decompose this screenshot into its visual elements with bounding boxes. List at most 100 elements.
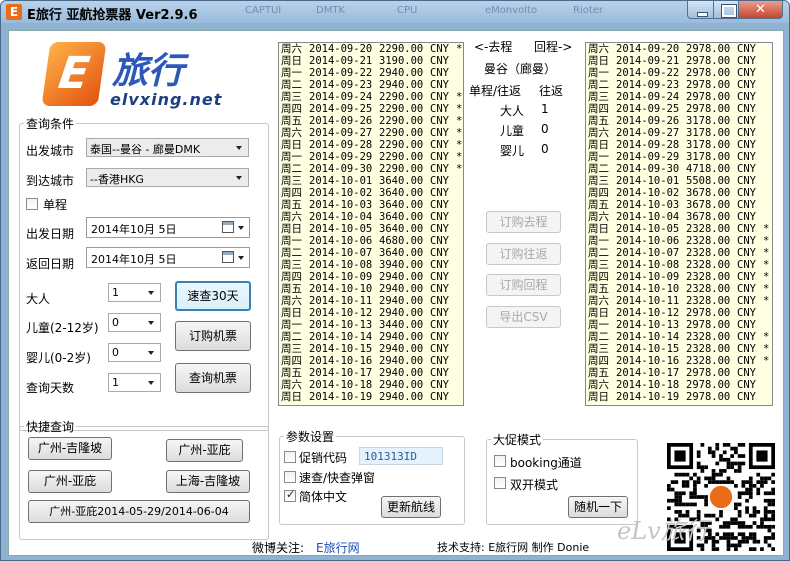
- query-ticket-button[interactable]: 查询机票: [175, 363, 251, 393]
- child-count-select[interactable]: 0: [108, 313, 161, 332]
- book-outbound-button[interactable]: 订购去程: [486, 211, 561, 233]
- quick-guangzhou-kk-dates-button[interactable]: 广州-亚庇2014-05-29/2014-06-04: [28, 500, 250, 523]
- title-bar[interactable]: E E旅行 亚航抢票器 Ver2.9.6 CAPTUI DMTK CPU eMo…: [1, 1, 789, 23]
- minimize-button[interactable]: [687, 1, 714, 19]
- export-csv-button[interactable]: 导出CSV: [486, 306, 561, 328]
- fare-row[interactable]: 周三 2014-09-24 2978.00 CNY: [586, 91, 772, 103]
- return-fare-list[interactable]: 周六 2014-09-20 2978.00 CNY 周日 2014-09-21 2978.0…: [585, 42, 773, 406]
- from-city-select[interactable]: 泰国--曼谷 - 廊曼DMK: [86, 138, 249, 157]
- quick-guangzhou-kk-button[interactable]: 广州-亚庇: [166, 439, 243, 462]
- chevron-down-icon[interactable]: [144, 315, 159, 330]
- simplified-chinese-checkbox[interactable]: [284, 488, 296, 502]
- fare-row[interactable]: 周四 2014-10-09 2328.00 CNY *: [586, 271, 772, 283]
- adult-count-select[interactable]: 1: [108, 283, 161, 302]
- fare-row[interactable]: 周日 2014-10-19 2940.00 CNY: [279, 391, 463, 403]
- fare-row[interactable]: 周四 2014-10-09 2940.00 CNY: [279, 271, 463, 283]
- quick-guangzhou-kl-button[interactable]: 广州-吉隆坡: [28, 437, 112, 460]
- fare-row[interactable]: 周二 2014-09-30 4718.00 CNY: [586, 163, 772, 175]
- fare-row[interactable]: 周四 2014-09-25 2978.00 CNY: [586, 103, 772, 115]
- popup-checkbox[interactable]: [284, 471, 296, 483]
- maximize-button[interactable]: [713, 1, 739, 19]
- fare-row[interactable]: 周一 2014-09-22 2978.00 CNY: [586, 67, 772, 79]
- book-ticket-button[interactable]: 订购机票: [175, 321, 251, 351]
- fare-row[interactable]: 周二 2014-10-14 2328.00 CNY *: [586, 331, 772, 343]
- infant-count-select[interactable]: 0: [108, 343, 161, 362]
- fare-row[interactable]: 周日 2014-10-12 2940.00 CNY: [279, 307, 463, 319]
- fare-row[interactable]: 周日 2014-10-12 2978.00 CNY: [586, 307, 772, 319]
- quick-shanghai-kl-button[interactable]: 上海-吉隆坡: [166, 470, 250, 493]
- fare-row[interactable]: 周四 2014-10-02 3640.00 CNY: [279, 187, 463, 199]
- fare-row[interactable]: 周二 2014-10-07 3640.00 CNY: [279, 247, 463, 259]
- fare-row[interactable]: 周五 2014-09-26 2290.00 CNY *: [279, 115, 463, 127]
- fare-row[interactable]: 周二 2014-09-23 2978.00 CNY: [586, 79, 772, 91]
- fare-row[interactable]: 周六 2014-09-20 2978.00 CNY: [586, 43, 772, 55]
- fare-row[interactable]: 周三 2014-10-08 2328.00 CNY *: [586, 259, 772, 271]
- update-routes-button[interactable]: 更新航线: [381, 496, 441, 518]
- fare-row[interactable]: 周五 2014-10-10 2940.00 CNY: [279, 283, 463, 295]
- oneway-checkbox[interactable]: [26, 198, 38, 210]
- fare-row[interactable]: 周六 2014-10-04 3640.00 CNY: [279, 211, 463, 223]
- fare-row[interactable]: 周一 2014-10-06 2328.00 CNY *: [586, 235, 772, 247]
- fare-row[interactable]: 周日 2014-09-21 3190.00 CNY: [279, 55, 463, 67]
- calendar-icon[interactable]: [222, 251, 234, 263]
- to-city-select[interactable]: --香港HKG: [86, 168, 249, 187]
- fare-row[interactable]: 周三 2014-10-01 5508.00 CNY: [586, 175, 772, 187]
- fare-row[interactable]: 周三 2014-10-15 2940.00 CNY: [279, 343, 463, 355]
- fare-row[interactable]: 周四 2014-09-25 2290.00 CNY *: [279, 103, 463, 115]
- fare-row[interactable]: 周五 2014-10-10 2328.00 CNY *: [586, 283, 772, 295]
- fare-row[interactable]: 周五 2014-10-03 3678.00 CNY: [586, 199, 772, 211]
- quick-guangzhou-kk-button-2[interactable]: 广州-亚庇: [28, 470, 112, 493]
- fare-row[interactable]: 周日 2014-10-19 2978.00 CNY: [586, 391, 772, 403]
- chevron-down-icon[interactable]: [144, 375, 159, 390]
- fare-row[interactable]: 周一 2014-09-29 2290.00 CNY *: [279, 151, 463, 163]
- fare-row[interactable]: 周二 2014-10-07 2328.00 CNY *: [586, 247, 772, 259]
- quick-30-days-button[interactable]: 速查30天: [175, 281, 251, 311]
- fare-row[interactable]: 周四 2014-10-16 2328.00 CNY *: [586, 355, 772, 367]
- days-count-select[interactable]: 1: [108, 373, 161, 392]
- fare-row[interactable]: 周六 2014-10-11 2328.00 CNY *: [586, 295, 772, 307]
- calendar-icon[interactable]: [222, 221, 234, 233]
- weibo-link[interactable]: E旅行网: [316, 539, 360, 556]
- depart-date-picker[interactable]: 2014年10月 5日: [86, 217, 250, 238]
- return-date-picker[interactable]: 2014年10月 5日: [86, 247, 250, 268]
- fare-row[interactable]: 周六 2014-10-04 3678.00 CNY: [586, 211, 772, 223]
- fare-row[interactable]: 周五 2014-10-17 2978.00 CNY: [586, 367, 772, 379]
- fare-row[interactable]: 周六 2014-09-20 2290.00 CNY *: [279, 43, 463, 55]
- fare-row[interactable]: 周三 2014-10-01 3640.00 CNY: [279, 175, 463, 187]
- fare-row[interactable]: 周六 2014-10-18 2940.00 CNY: [279, 379, 463, 391]
- fare-row[interactable]: 周三 2014-10-08 3940.00 CNY: [279, 259, 463, 271]
- fare-row[interactable]: 周日 2014-09-28 2290.00 CNY *: [279, 139, 463, 151]
- fare-row[interactable]: 周二 2014-09-23 2940.00 CNY: [279, 79, 463, 91]
- promo-code-checkbox[interactable]: [284, 451, 296, 463]
- promo-code-input[interactable]: 101313ID: [359, 447, 443, 465]
- fare-row[interactable]: 周日 2014-09-28 3178.00 CNY: [586, 139, 772, 151]
- fare-row[interactable]: 周三 2014-10-15 2328.00 CNY *: [586, 343, 772, 355]
- fare-row[interactable]: 周日 2014-10-05 2328.00 CNY *: [586, 223, 772, 235]
- chevron-down-icon[interactable]: [144, 345, 159, 360]
- fare-row[interactable]: 周二 2014-09-30 2290.00 CNY *: [279, 163, 463, 175]
- fare-row[interactable]: 周三 2014-09-24 2290.00 CNY *: [279, 91, 463, 103]
- fare-row[interactable]: 周日 2014-09-21 2978.00 CNY: [586, 55, 772, 67]
- chevron-down-icon[interactable]: [144, 285, 159, 300]
- fare-row[interactable]: 周五 2014-10-03 3640.00 CNY: [279, 199, 463, 211]
- booking-channel-checkbox[interactable]: [494, 455, 506, 467]
- fare-row[interactable]: 周六 2014-09-27 3178.00 CNY: [586, 127, 772, 139]
- fare-row[interactable]: 周六 2014-10-11 2940.00 CNY: [279, 295, 463, 307]
- chevron-down-icon[interactable]: [236, 251, 247, 264]
- fare-row[interactable]: 周一 2014-10-06 4680.00 CNY: [279, 235, 463, 247]
- outbound-fare-list[interactable]: 周六 2014-09-20 2290.00 CNY * 周日 2014-09-21 3190.…: [278, 42, 464, 406]
- chevron-down-icon[interactable]: [232, 170, 247, 185]
- dual-mode-checkbox[interactable]: [494, 477, 506, 489]
- chevron-down-icon[interactable]: [232, 140, 247, 155]
- fare-row[interactable]: 周一 2014-10-13 2978.00 CNY: [586, 319, 772, 331]
- fare-row[interactable]: 周一 2014-09-29 3178.00 CNY: [586, 151, 772, 163]
- fare-row[interactable]: 周五 2014-09-26 3178.00 CNY: [586, 115, 772, 127]
- close-button[interactable]: ✕: [738, 1, 783, 19]
- book-round-trip-button[interactable]: 订购往返: [486, 243, 561, 265]
- fare-row[interactable]: 周六 2014-09-27 2290.00 CNY *: [279, 127, 463, 139]
- fare-row[interactable]: 周一 2014-09-22 2940.00 CNY: [279, 67, 463, 79]
- fare-row[interactable]: 周日 2014-10-05 3640.00 CNY: [279, 223, 463, 235]
- fare-row[interactable]: 周一 2014-10-13 3440.00 CNY: [279, 319, 463, 331]
- fare-row[interactable]: 周二 2014-10-14 2940.00 CNY: [279, 331, 463, 343]
- chevron-down-icon[interactable]: [236, 221, 247, 234]
